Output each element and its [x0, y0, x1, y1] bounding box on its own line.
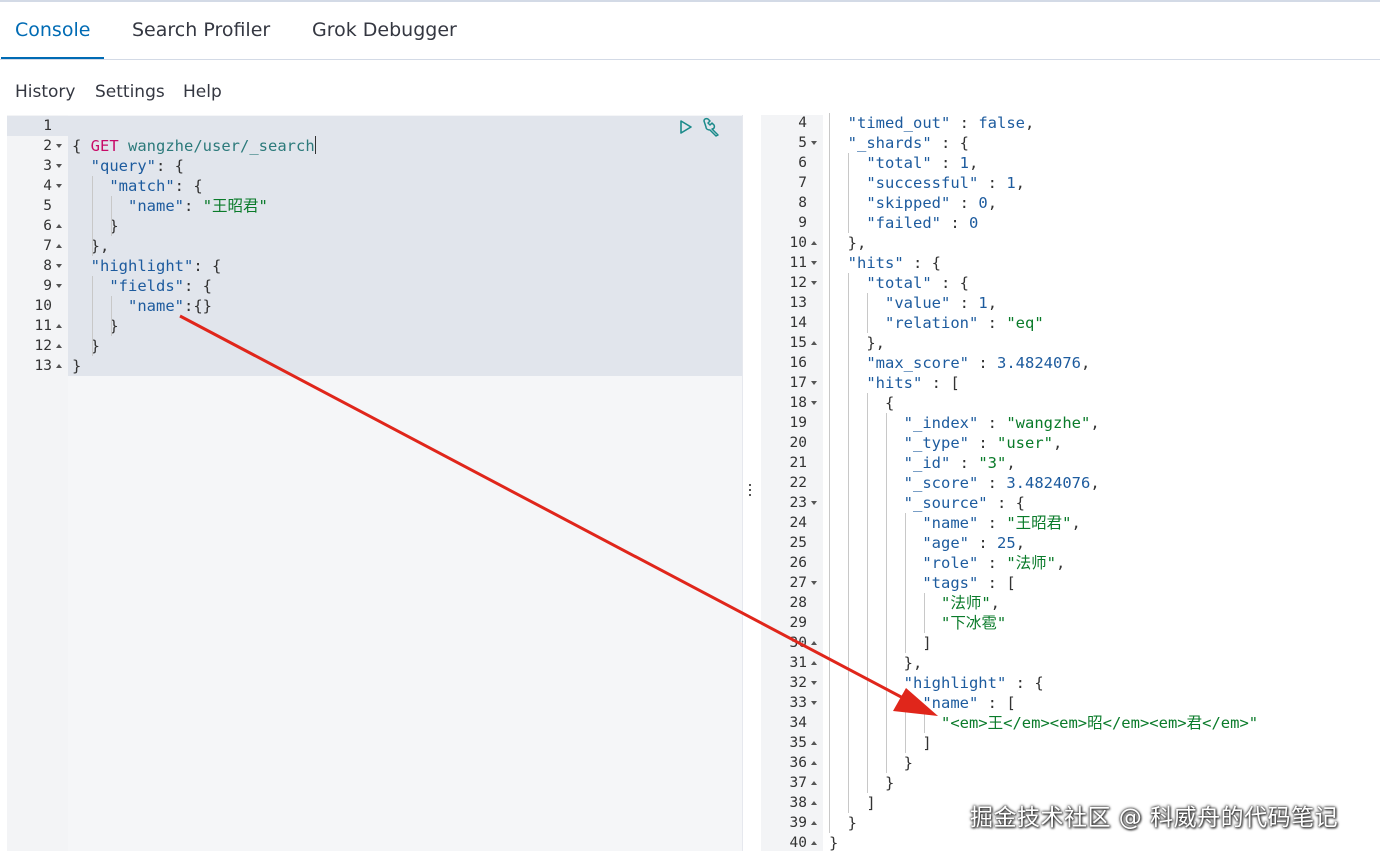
annotation-arrow: [179, 314, 938, 716]
watermark: 掘金技术社区 @ 科威舟的代码笔记: [970, 805, 1339, 831]
